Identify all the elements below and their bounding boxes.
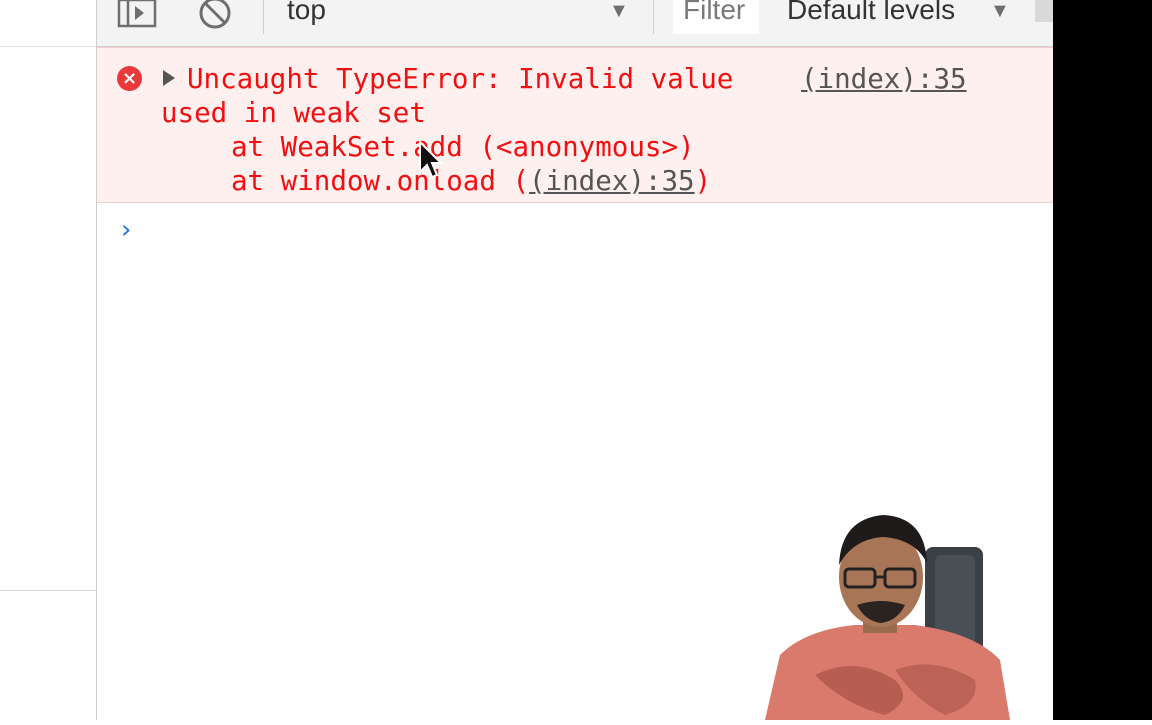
left-pane xyxy=(0,0,97,720)
stack-frame-1: at WeakSet.add (<anonymous>) xyxy=(231,131,695,163)
dropdown-caret-icon: ▼ xyxy=(609,0,629,22)
log-levels-label: Default levels xyxy=(787,0,956,25)
filter-placeholder: Filter xyxy=(683,0,746,25)
console-prompt[interactable]: › xyxy=(121,215,131,245)
error-source-link[interactable]: (index):35 xyxy=(801,62,967,96)
sidebar-toggle-icon[interactable] xyxy=(117,0,157,35)
presenter-webcam xyxy=(745,505,1065,720)
divider xyxy=(0,590,96,591)
error-line-1: Uncaught TypeError: Invalid value xyxy=(187,63,734,95)
stack-frame-2: at window.onload ((index):35) xyxy=(231,164,711,198)
console-error-message: × Uncaught TypeError: Invalid value (ind… xyxy=(97,47,1053,203)
error-line-2: used in weak set xyxy=(161,97,426,129)
screen-edge xyxy=(1053,0,1152,720)
filter-input[interactable]: Filter xyxy=(673,0,759,34)
context-selector-value: top xyxy=(287,0,326,25)
divider xyxy=(0,46,96,47)
dropdown-caret-icon: ▼ xyxy=(990,0,1010,22)
stack-frame-2-suffix: ) xyxy=(694,165,712,197)
stack-frame-2-prefix: at window.onload ( xyxy=(231,165,530,197)
error-icon: × xyxy=(117,66,142,91)
settings-icon[interactable] xyxy=(1035,0,1053,22)
toolbar-separator xyxy=(263,0,264,34)
clear-console-icon[interactable] xyxy=(197,0,233,35)
expand-triangle-icon[interactable] xyxy=(163,70,175,86)
console-toolbar: top ▼ Filter Default levels ▼ xyxy=(97,0,1053,47)
stack-frame-2-link[interactable]: (index):35 xyxy=(529,165,695,197)
mouse-cursor-icon xyxy=(418,139,444,185)
toolbar-separator xyxy=(653,0,654,34)
